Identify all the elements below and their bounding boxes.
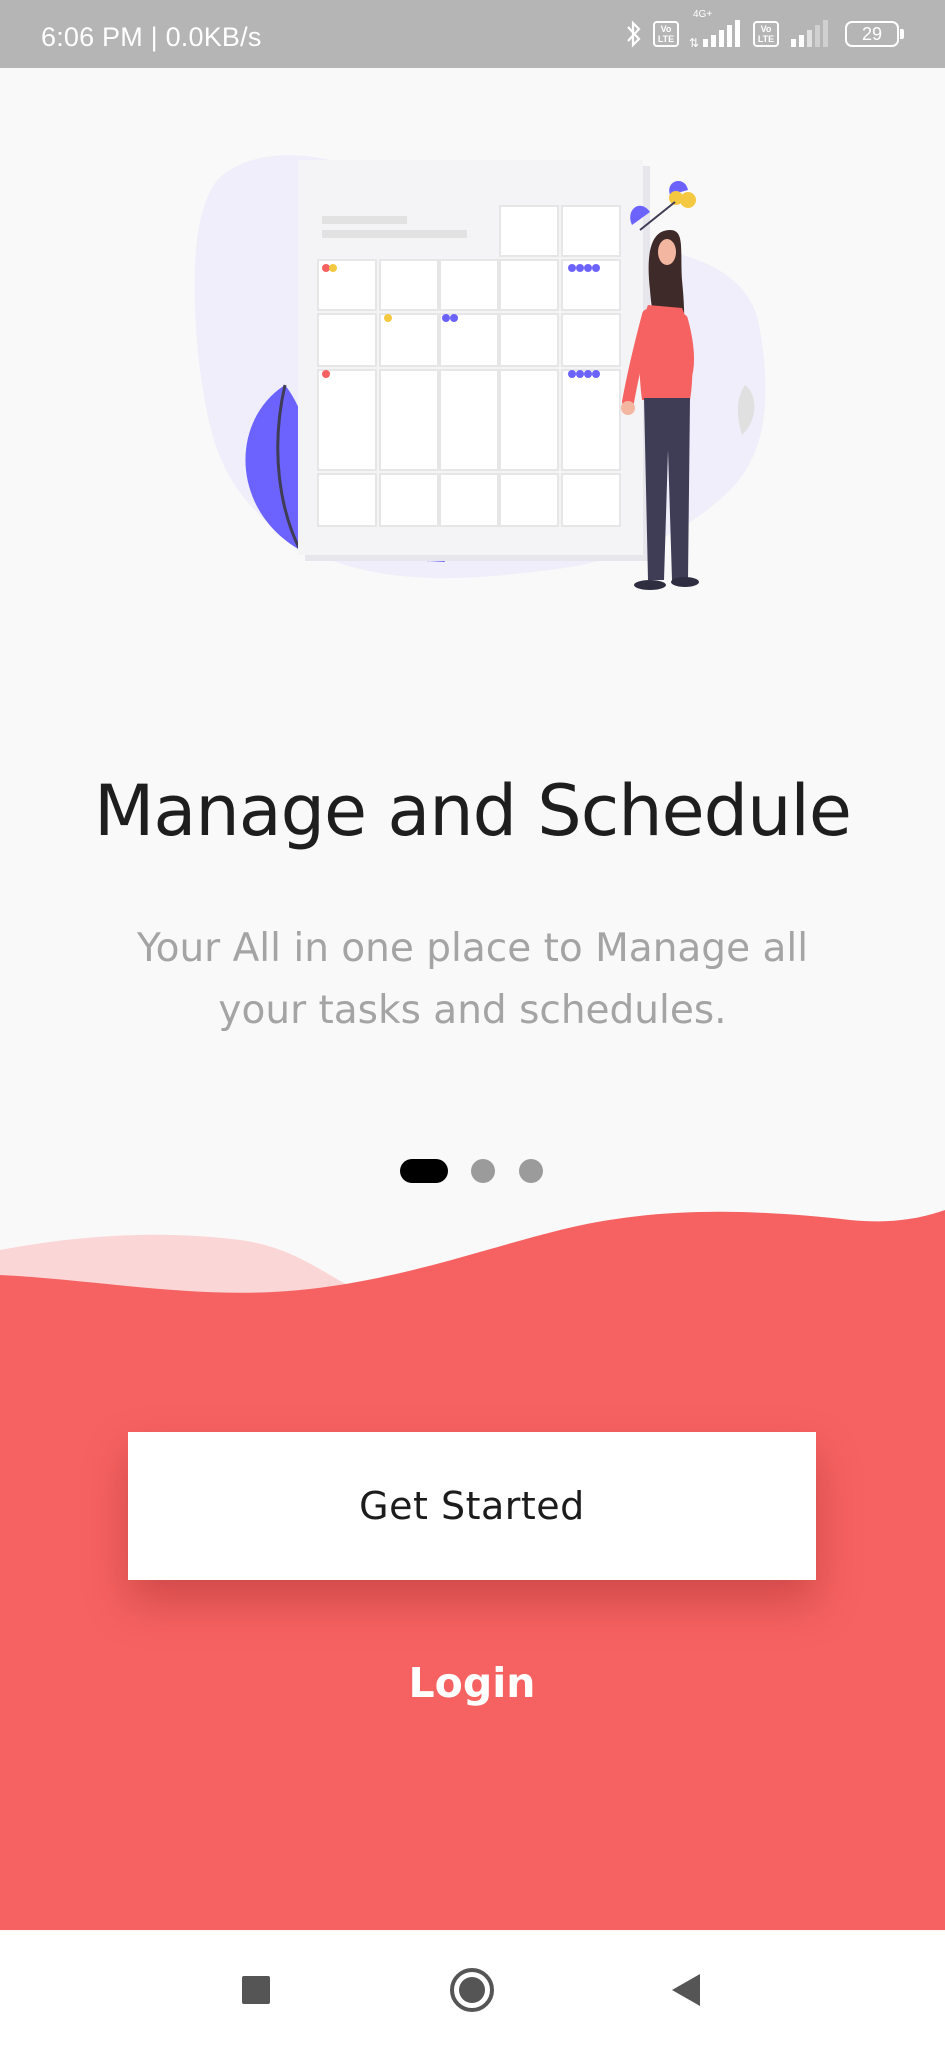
page-indicator	[400, 1158, 543, 1184]
calendar-schedule-illustration	[194, 155, 766, 590]
page-indicator-dot[interactable]	[519, 1159, 543, 1183]
status-time: 6:06 PM | 0.0KB/s	[41, 22, 262, 52]
page-indicator-dot[interactable]	[471, 1159, 495, 1183]
svg-text:⇅: ⇅	[689, 36, 699, 49]
bluetooth-icon	[627, 20, 641, 48]
status-bar: 6:06 PM | 0.0KB/s Vo LTE 4G+ ⇅ Vo LTE 29	[0, 0, 945, 68]
signal-icon: 4G+ ⇅	[689, 9, 743, 50]
volte-icon-2: Vo LTE	[753, 21, 779, 47]
network-label: 4G+	[693, 9, 713, 20]
status-icons: Vo LTE 4G+ ⇅ Vo LTE 29	[625, 9, 904, 52]
page-title: Manage and Schedule	[94, 770, 852, 852]
get-started-button[interactable]: Get Started	[128, 1432, 816, 1580]
page-indicator-dot-active[interactable]	[400, 1159, 448, 1183]
login-button[interactable]: Login	[372, 1648, 572, 1718]
back-icon[interactable]	[656, 1960, 716, 2020]
battery-icon: 29	[845, 21, 904, 47]
signal-icon-2	[791, 20, 828, 47]
recent-apps-icon[interactable]	[226, 1960, 286, 2020]
home-icon[interactable]	[442, 1960, 502, 2020]
page-subtitle: Your All in one place to Manage all your…	[136, 926, 809, 1033]
volte-icon: Vo LTE	[653, 21, 679, 47]
system-navigation-bar	[0, 1932, 945, 2048]
